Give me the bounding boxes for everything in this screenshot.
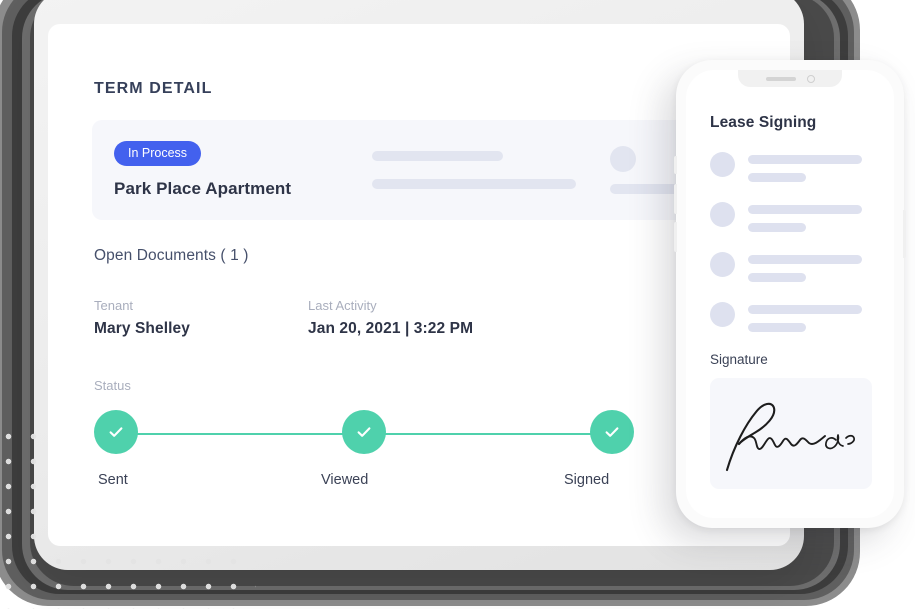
skeleton-line xyxy=(371,179,576,189)
phone-screen: Lease Signing Signature xyxy=(686,70,894,518)
meta-block-last-activity: Last Activity Jan 20, 2021 | 3:22 PM xyxy=(308,298,473,338)
skeleton-line xyxy=(371,151,503,161)
signature-label: Signature xyxy=(710,352,768,367)
phone-speaker-icon xyxy=(765,76,796,81)
list-item[interactable] xyxy=(710,202,894,232)
tenant-label: Tenant xyxy=(94,298,134,313)
list-item[interactable] xyxy=(710,252,894,282)
check-icon xyxy=(605,427,619,437)
avatar xyxy=(710,252,735,277)
step-label-viewed: Viewed xyxy=(321,472,369,488)
banner-skeleton-column-a xyxy=(371,151,610,189)
phone-notch xyxy=(738,70,842,87)
list-item-text xyxy=(748,302,862,332)
banner-left-column: In Process Park Place Apartment xyxy=(92,140,372,200)
skeleton-line xyxy=(748,273,806,282)
phone-mockup: Lease Signing Signature xyxy=(674,60,906,528)
avatar xyxy=(710,202,735,227)
status-stepper xyxy=(94,410,634,458)
phone-camera-icon xyxy=(806,74,815,83)
step-label-sent: Sent xyxy=(98,472,128,488)
signature-pad[interactable] xyxy=(710,378,872,489)
phone-power-button[interactable] xyxy=(903,210,906,258)
skeleton-line xyxy=(748,155,862,164)
last-activity-value: Jan 20, 2021 | 3:22 PM xyxy=(308,320,474,337)
phone-screen-title: Lease Signing xyxy=(710,114,817,131)
list-item-text xyxy=(748,152,862,182)
avatar xyxy=(710,302,735,327)
skeleton-line xyxy=(748,223,806,232)
skeleton-line xyxy=(748,205,862,214)
status-badge: In Process xyxy=(114,140,202,167)
skeleton-line xyxy=(748,255,862,264)
skeleton-line xyxy=(748,305,862,314)
meta-block-tenant: Tenant Mary Shelley xyxy=(94,298,308,338)
skeleton-avatar xyxy=(609,146,636,172)
stepper-labels: Sent Viewed Signed xyxy=(94,472,634,492)
phone-mute-button[interactable] xyxy=(674,156,677,174)
list-item[interactable] xyxy=(710,152,894,182)
step-label-signed: Signed xyxy=(564,472,610,488)
step-node-sent[interactable] xyxy=(94,410,138,454)
property-name: Park Place Apartment xyxy=(114,179,292,199)
step-node-signed[interactable] xyxy=(590,410,634,454)
avatar xyxy=(710,152,735,177)
handwritten-signature-icon xyxy=(725,402,855,472)
step-node-viewed[interactable] xyxy=(342,410,386,454)
phone-volume-up-button[interactable] xyxy=(674,184,677,214)
phone-volume-down-button[interactable] xyxy=(674,222,677,252)
illustration-stage: TERM DETAIL In Process Park Place Apartm… xyxy=(0,0,915,609)
skeleton-line xyxy=(748,323,806,332)
check-icon xyxy=(357,427,371,437)
list-item-text xyxy=(748,252,862,282)
skeleton-line xyxy=(748,173,806,182)
list-item[interactable] xyxy=(710,302,894,332)
tenant-value: Mary Shelley xyxy=(94,320,190,337)
check-icon xyxy=(109,427,123,437)
last-activity-label: Last Activity xyxy=(308,298,377,313)
phone-signer-list xyxy=(710,152,894,332)
list-item-text xyxy=(748,202,862,232)
